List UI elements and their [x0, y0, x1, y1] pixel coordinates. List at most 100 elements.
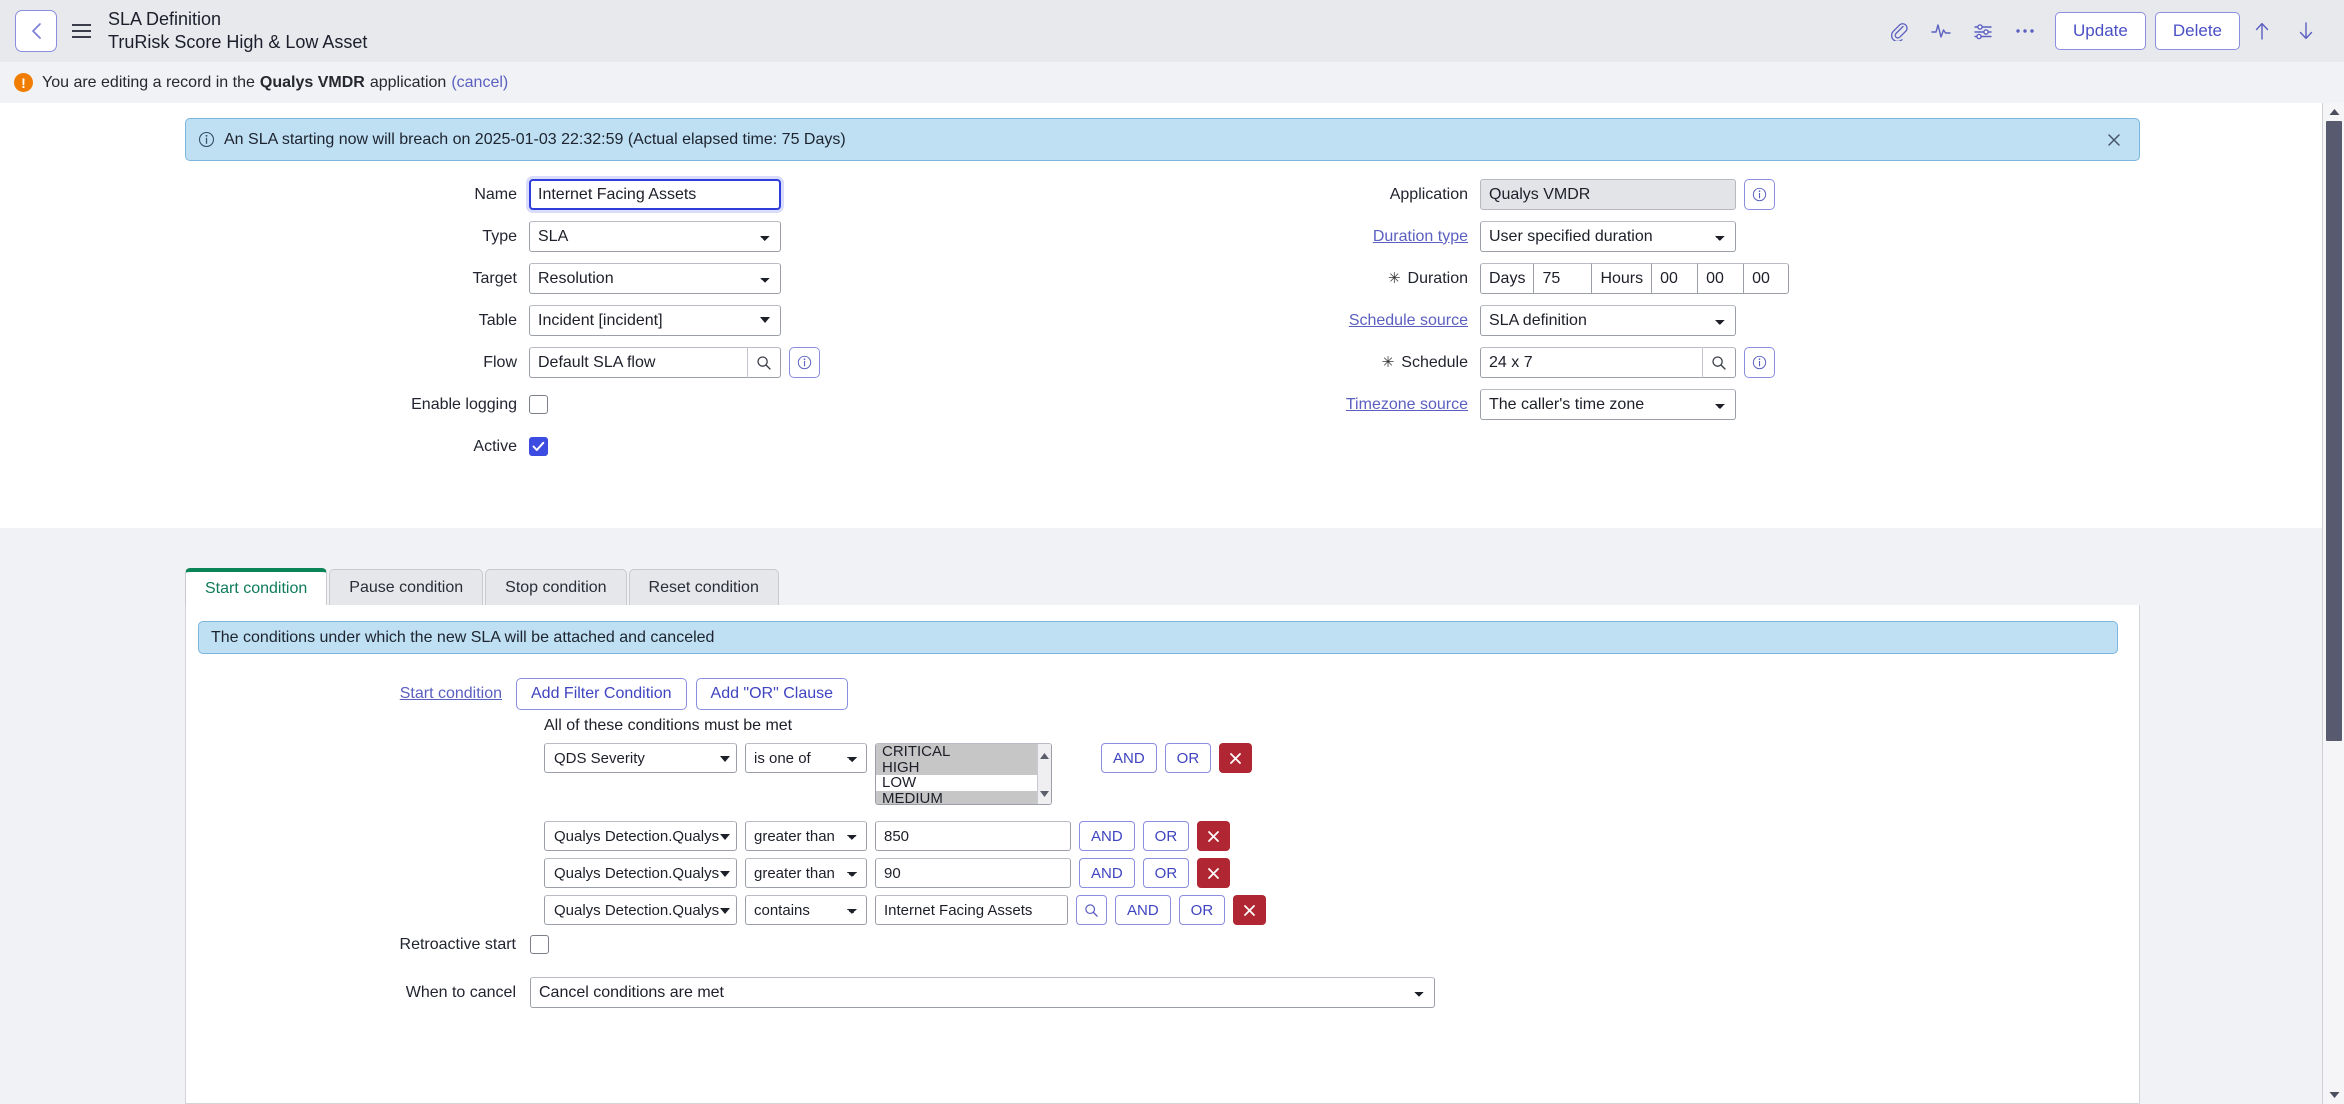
schedule-info-button[interactable] [1744, 347, 1775, 378]
filter-and-button[interactable]: AND [1079, 858, 1135, 888]
more-icon[interactable] [2004, 10, 2046, 52]
app-header: SLA Definition TruRisk Score High & Low … [0, 0, 2344, 62]
conditions-section: Start condition Pause condition Stop con… [0, 528, 2322, 1104]
duration-days-value[interactable]: 75 [1533, 263, 1591, 294]
cancel-edit-link[interactable]: (cancel) [451, 74, 508, 92]
filter-value-input[interactable] [875, 895, 1068, 925]
scrollbar-thumb[interactable] [2326, 121, 2342, 741]
field-duration-type-label[interactable]: Duration type [1020, 228, 1480, 246]
timezone-source-select[interactable]: The caller's time zone [1480, 389, 1736, 420]
multiselect-option[interactable]: CRITICAL [876, 744, 1037, 760]
application-info-button[interactable] [1744, 179, 1775, 210]
schedule-source-select[interactable]: SLA definition [1480, 305, 1736, 336]
multiselect-option[interactable]: MEDIUM [876, 791, 1037, 806]
duration-minutes-value[interactable]: 00 [1697, 263, 1743, 294]
retroactive-start-checkbox[interactable] [530, 935, 549, 954]
arrow-down-icon[interactable] [2284, 10, 2328, 52]
field-retroactive-start: Retroactive start [186, 935, 549, 954]
hamburger-icon[interactable] [66, 10, 96, 52]
filter-and-button[interactable]: AND [1079, 821, 1135, 851]
flow-info-button[interactable] [789, 347, 820, 378]
sla-breach-info-text: An SLA starting now will breach on 2025-… [224, 131, 846, 149]
field-name: Name [0, 179, 1020, 210]
filter-or-button[interactable]: OR [1143, 858, 1190, 888]
name-input[interactable] [529, 179, 781, 210]
filter-and-button[interactable]: AND [1115, 895, 1171, 925]
filter-operator-select[interactable]: greater than [745, 821, 867, 851]
filter-value-input[interactable] [875, 821, 1071, 851]
caret-down-icon[interactable] [1040, 784, 1049, 802]
tab-reset-condition[interactable]: Reset condition [629, 569, 779, 606]
duration-type-select[interactable]: User specified duration [1480, 221, 1736, 252]
multiselect-option[interactable]: LOW [876, 775, 1037, 791]
field-name-label: Name [0, 186, 529, 204]
schedule-input[interactable] [1480, 347, 1702, 378]
update-button[interactable]: Update [2055, 12, 2146, 50]
filter-remove-button[interactable] [1197, 821, 1230, 851]
table-select[interactable]: Incident [incident] [529, 305, 781, 336]
chevron-left-icon [29, 21, 44, 41]
tab-stop-condition[interactable]: Stop condition [485, 569, 626, 606]
filter-value-input[interactable] [875, 858, 1071, 888]
caret-up-icon[interactable] [1040, 746, 1049, 764]
attachment-icon[interactable] [1878, 10, 1920, 52]
field-when-to-cancel-label: When to cancel [186, 984, 530, 1002]
magnifier-icon[interactable] [1076, 895, 1107, 925]
filter-or-button[interactable]: OR [1179, 895, 1226, 925]
field-duration-label: ✳Duration [1020, 269, 1480, 288]
filter-field-select[interactable]: QDS Severity [544, 743, 737, 773]
multiselect-scrollbar[interactable] [1037, 744, 1051, 804]
back-button[interactable] [15, 10, 57, 52]
filter-operator-select[interactable]: greater than [745, 858, 867, 888]
activity-icon[interactable] [1920, 10, 1962, 52]
editing-notice-app: Qualys VMDR [260, 74, 365, 92]
filter-value-multiselect[interactable]: CRITICAL HIGH LOW MEDIUM [875, 743, 1052, 805]
multiselect-option[interactable]: HIGH [876, 760, 1037, 776]
duration-hours-value[interactable]: 00 [1651, 263, 1697, 294]
magnifier-icon[interactable] [747, 347, 781, 378]
arrow-up-icon[interactable] [2240, 10, 2284, 52]
caret-up-icon[interactable] [2323, 103, 2344, 121]
duration-days-label: Days [1480, 263, 1533, 294]
field-duration-type: Duration type User specified duration [1020, 221, 2120, 252]
field-retroactive-start-label: Retroactive start [186, 936, 530, 954]
close-icon[interactable] [2101, 127, 2127, 153]
caret-down-icon[interactable] [2323, 1086, 2344, 1104]
target-select[interactable]: Resolution [529, 263, 781, 294]
add-filter-condition-button[interactable]: Add Filter Condition [516, 678, 687, 710]
filter-and-button[interactable]: AND [1101, 743, 1157, 773]
add-or-clause-button[interactable]: Add "OR" Clause [696, 678, 849, 710]
editing-notice-suffix: application [370, 74, 447, 92]
filter-or-button[interactable]: OR [1165, 743, 1212, 773]
chevron-down-icon [720, 902, 730, 919]
filter-remove-button[interactable] [1197, 858, 1230, 888]
record-form: An SLA starting now will breach on 2025-… [0, 103, 2322, 528]
filter-or-button[interactable]: OR [1143, 821, 1190, 851]
delete-button[interactable]: Delete [2155, 12, 2240, 50]
flow-input[interactable] [529, 347, 747, 378]
page-scrollbar[interactable] [2322, 103, 2344, 1104]
magnifier-icon[interactable] [1702, 347, 1736, 378]
filter-remove-button[interactable] [1219, 743, 1252, 773]
active-checkbox[interactable] [529, 437, 548, 456]
duration-seconds-value[interactable]: 00 [1743, 263, 1789, 294]
filter-field-select[interactable]: Qualys Detection.Qualys Host.T... [544, 821, 737, 851]
when-to-cancel-select[interactable]: Cancel conditions are met [530, 977, 1435, 1008]
tab-start-condition[interactable]: Start condition [185, 568, 327, 606]
field-schedule-source-label[interactable]: Schedule source [1020, 312, 1480, 330]
editing-notice-text: You are editing a record in the [42, 74, 255, 92]
filter-field-select[interactable]: Qualys Detection.Qualys detec... [544, 858, 737, 888]
enable-logging-checkbox[interactable] [529, 395, 548, 414]
filter-operator-select[interactable]: is one of [745, 743, 867, 773]
filter-remove-button[interactable] [1233, 895, 1266, 925]
filter-field-select[interactable]: Qualys Detection.Qualys Host.... [544, 895, 737, 925]
filter-operator-select[interactable]: contains [745, 895, 867, 925]
start-condition-link[interactable]: Start condition [186, 685, 516, 703]
field-timezone-source-label[interactable]: Timezone source [1020, 396, 1480, 414]
field-schedule-label: ✳Schedule [1020, 353, 1480, 372]
personalize-icon[interactable] [1962, 10, 2004, 52]
condition-actions: Start condition Add Filter Condition Add… [186, 678, 857, 710]
warning-icon: ! [14, 73, 33, 92]
tab-pause-condition[interactable]: Pause condition [329, 569, 483, 606]
type-select[interactable]: SLA [529, 221, 781, 252]
